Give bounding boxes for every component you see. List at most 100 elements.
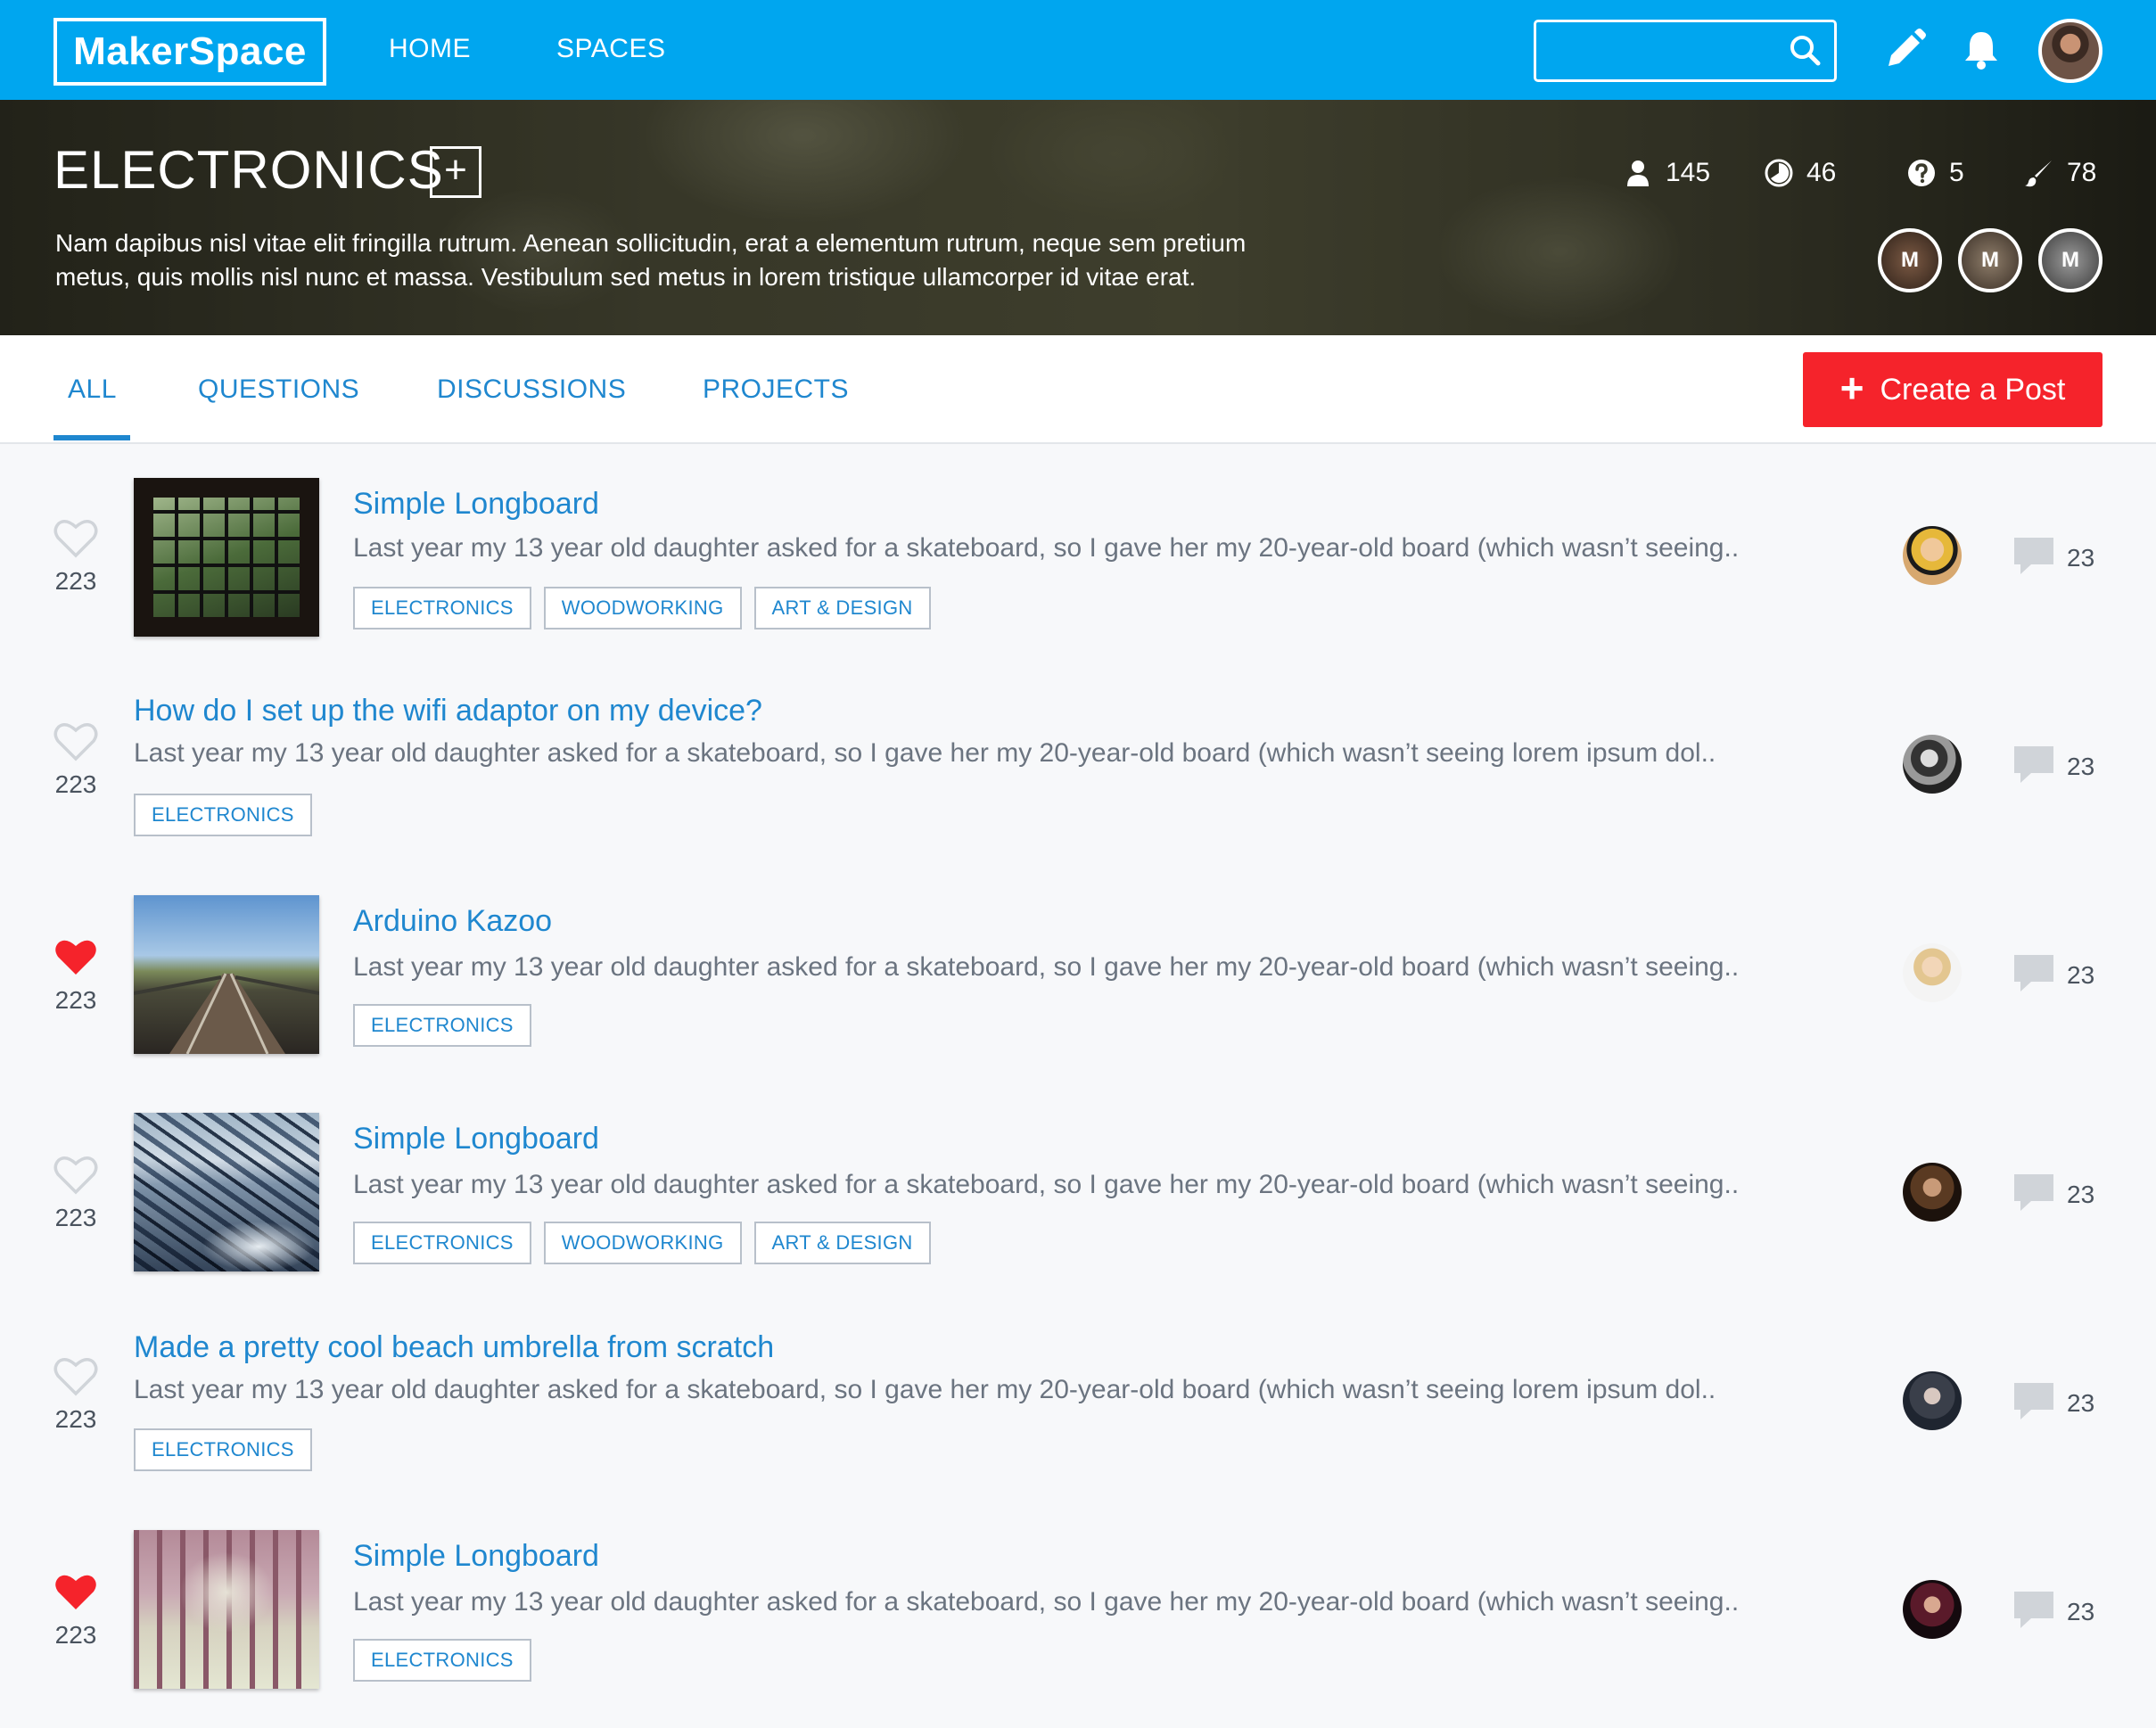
heart-filled-icon[interactable] (53, 938, 98, 977)
tag[interactable]: ELECTRONICS (353, 587, 531, 629)
post-thumbnail[interactable] (134, 478, 319, 637)
heart-outline-icon[interactable] (53, 519, 98, 558)
top-nav: MakerSpace HOME SPACES (0, 0, 2156, 100)
tag-list: ELECTRONICS (353, 1639, 531, 1682)
post-card: 223 How do I set up the wifi adaptor on … (0, 678, 2156, 886)
comment-icon[interactable] (2012, 1589, 2056, 1630)
create-post-button[interactable]: + Create a Post (1803, 352, 2103, 427)
comment-icon[interactable] (2012, 1172, 2056, 1213)
tag[interactable]: ELECTRONICS (134, 1428, 312, 1471)
posts-stat: 78 (2024, 155, 2096, 191)
follow-space-button[interactable]: + (430, 146, 481, 198)
questions-count: 5 (1949, 158, 1964, 187)
post-card: 223 Simple Longboard Last year my 13 yea… (0, 469, 2156, 678)
post-card: 223 Arduino Kazoo Last year my 13 year o… (0, 886, 2156, 1095)
tag-list: ELECTRONICS (134, 1428, 312, 1471)
post-thumbnail[interactable] (134, 895, 319, 1054)
space-description-line: Nam dapibus nisl vitae elit fringilla ru… (55, 229, 1247, 257)
tag[interactable]: ELECTRONICS (353, 1639, 531, 1682)
like-count: 223 (54, 567, 97, 595)
person-icon (1627, 160, 1649, 186)
tag[interactable]: ART & DESIGN (753, 1222, 931, 1264)
post-title[interactable]: How do I set up the wifi adaptor on my d… (134, 694, 762, 728)
author-avatar[interactable] (1903, 735, 1962, 794)
activity-count: 46 (1806, 158, 1837, 187)
activity-stat: 46 (1764, 155, 1836, 191)
comment-icon[interactable] (2012, 744, 2056, 785)
members-stat: 145 (1623, 155, 1710, 191)
create-post-label: Create a Post (1880, 372, 2066, 407)
moderator-avatar[interactable]: M (1958, 228, 2022, 292)
tag[interactable]: ELECTRONICS (353, 1222, 531, 1264)
tab-projects[interactable]: PROJECTS (703, 374, 849, 405)
members-count: 145 (1666, 158, 1711, 187)
author-avatar[interactable] (1903, 1371, 1962, 1430)
post-title[interactable]: Arduino Kazoo (353, 904, 552, 939)
tab-questions[interactable]: QUESTIONS (198, 374, 359, 405)
like-count: 223 (54, 1405, 97, 1433)
author-avatar[interactable] (1903, 526, 1962, 585)
heart-outline-icon[interactable] (53, 1357, 98, 1396)
tag[interactable]: ELECTRONICS (353, 1004, 531, 1047)
comment-count: 23 (2067, 1389, 2095, 1417)
space-description-line: metus, quis mollis nisl nunc et massa. V… (55, 263, 1197, 291)
logo[interactable]: MakerSpace (53, 18, 326, 86)
like-count: 223 (54, 770, 97, 798)
author-avatar[interactable] (1903, 943, 1962, 1002)
post-excerpt: Last year my 13 year old daughter asked … (134, 1375, 1716, 1404)
search-input[interactable] (1534, 20, 1837, 82)
tag-list: ELECTRONICS WOODWORKING ART & DESIGN (353, 587, 931, 629)
heart-filled-icon[interactable] (53, 1573, 98, 1612)
tag-list: ELECTRONICS WOODWORKING ART & DESIGN (353, 1222, 931, 1264)
comment-count: 23 (2067, 1598, 2095, 1625)
like-count: 223 (54, 1204, 97, 1231)
active-tab-indicator (53, 435, 130, 440)
nav-spaces-link[interactable]: SPACES (556, 34, 666, 64)
tag-list: ELECTRONICS (134, 794, 312, 836)
tab-discussions[interactable]: DISCUSSIONS (437, 374, 626, 405)
post-title[interactable]: Made a pretty cool beach umbrella from s… (134, 1330, 774, 1365)
author-avatar[interactable] (1903, 1163, 1962, 1222)
post-thumbnail[interactable] (134, 1530, 319, 1689)
tag[interactable]: WOODWORKING (543, 587, 742, 629)
author-avatar[interactable] (1903, 1580, 1962, 1639)
post-card: 223 Simple Longboard Last year my 13 yea… (0, 1104, 2156, 1312)
user-avatar[interactable] (2038, 19, 2103, 83)
space-description: Nam dapibus nisl vitae elit fringilla ru… (55, 226, 1446, 294)
search-icon[interactable] (1786, 31, 1825, 70)
moderator-avatar[interactable]: M (2038, 228, 2103, 292)
like-count: 223 (54, 986, 97, 1014)
tag-list: ELECTRONICS (353, 1004, 531, 1047)
heart-outline-icon[interactable] (53, 722, 98, 761)
questions-stat: 5 (1906, 155, 1964, 191)
like-count: 223 (54, 1621, 97, 1649)
post-card: 223 Simple Longboard Last year my 13 yea… (0, 1521, 2156, 1728)
post-excerpt: Last year my 13 year old daughter asked … (353, 1587, 1740, 1617)
post-excerpt: Last year my 13 year old daughter asked … (353, 952, 1740, 982)
comment-icon[interactable] (2012, 952, 2056, 993)
post-excerpt: Last year my 13 year old daughter asked … (134, 738, 1716, 768)
moderator-avatar[interactable]: M (1878, 228, 1942, 292)
heart-outline-icon[interactable] (53, 1156, 98, 1195)
post-thumbnail[interactable] (134, 1113, 319, 1271)
post-title[interactable]: Simple Longboard (353, 1122, 599, 1156)
tag[interactable]: ELECTRONICS (134, 794, 312, 836)
post-excerpt: Last year my 13 year old daughter asked … (353, 1170, 1740, 1199)
bell-icon[interactable] (1956, 25, 2006, 75)
comment-icon[interactable] (2012, 535, 2056, 576)
comment-count: 23 (2067, 753, 2095, 780)
tab-all[interactable]: ALL (68, 374, 117, 405)
activity-icon (1765, 159, 1793, 187)
tag[interactable]: ART & DESIGN (753, 587, 931, 629)
post-title[interactable]: Simple Longboard (353, 487, 599, 522)
post-card: 223 Made a pretty cool beach umbrella fr… (0, 1312, 2156, 1521)
space-banner: ELECTRONICS + Nam dapibus nisl vitae eli… (0, 100, 2156, 335)
comment-icon[interactable] (2012, 1380, 2056, 1421)
question-icon (1908, 160, 1935, 186)
comment-count: 23 (2067, 1181, 2095, 1208)
nav-home-link[interactable]: HOME (389, 34, 471, 64)
post-title[interactable]: Simple Longboard (353, 1539, 599, 1574)
railway-icon (134, 973, 319, 1054)
tag[interactable]: WOODWORKING (543, 1222, 742, 1264)
pencil-icon[interactable] (1880, 25, 1930, 75)
